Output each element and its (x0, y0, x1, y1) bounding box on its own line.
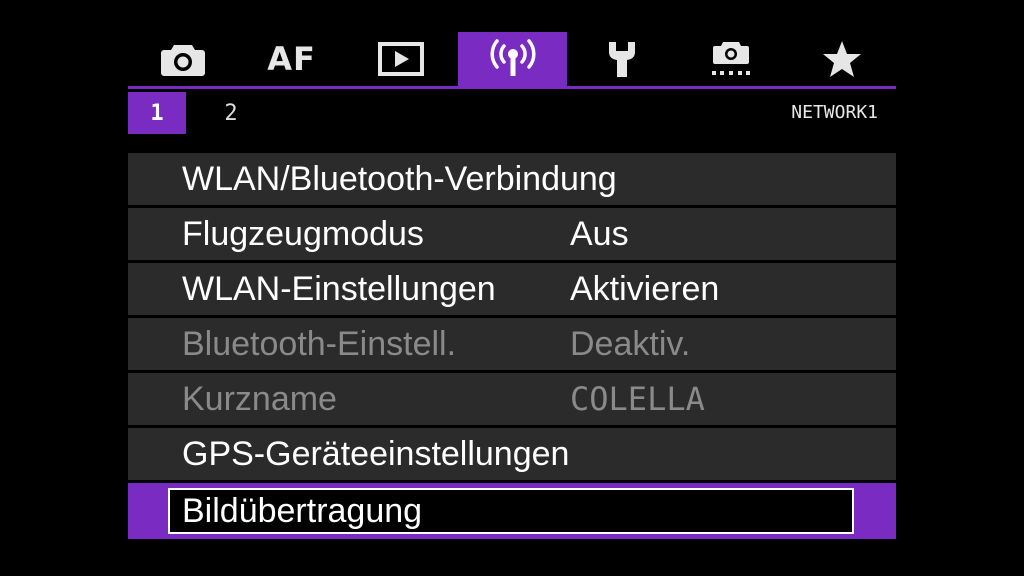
menu-item-nickname: Kurzname COLELLA (128, 373, 896, 425)
tab-underline (128, 86, 896, 89)
menu-item-label: WLAN-Einstellungen (182, 270, 496, 308)
main-tab-bar: AF (128, 30, 896, 86)
menu-item-gps-device-settings[interactable]: GPS-Geräteeinstellungen (128, 428, 896, 480)
star-icon (822, 41, 861, 77)
menu-item-value: COLELLA (570, 380, 705, 418)
sub-tab-bar: 1 2 NETWORK1 (128, 92, 896, 134)
menu-item-label: WLAN/Bluetooth-Verbindung (182, 160, 617, 198)
section-name: NETWORK1 (791, 102, 878, 123)
af-tab-label: AF (267, 40, 316, 78)
menu-item-wlan-settings[interactable]: WLAN-Einstellungen Aktivieren (128, 263, 896, 315)
subtab-1[interactable]: 1 (128, 92, 186, 134)
subtab-2[interactable]: 2 (202, 92, 260, 134)
wrench-icon (608, 42, 635, 77)
menu-item-bluetooth-settings: Bluetooth-Einstell. Deaktiv. (128, 318, 896, 370)
wireless-icon (489, 39, 536, 76)
tab-camera[interactable] (128, 32, 237, 86)
selection-highlight: Bildübertragung (168, 488, 854, 534)
menu-item-label: Flugzeugmodus (182, 215, 424, 253)
menu-item-value: Aus (570, 215, 629, 253)
custom-function-icon (711, 42, 750, 75)
tab-custom-functions[interactable] (676, 32, 785, 86)
tab-af[interactable]: AF (237, 32, 346, 86)
tab-my-menu[interactable] (787, 32, 896, 86)
menu-item-label: Bluetooth-Einstell. (182, 325, 457, 363)
menu-item-label: GPS-Geräteeinstellungen (182, 435, 570, 473)
menu-item-wlan-bluetooth-connection[interactable]: WLAN/Bluetooth-Verbindung (128, 153, 896, 205)
camera-icon (160, 45, 205, 76)
menu-item-label: Kurzname (182, 380, 337, 418)
tab-setup[interactable] (567, 32, 676, 86)
menu-item-value: Deaktiv. (570, 325, 691, 363)
play-icon (377, 42, 424, 76)
menu-item-image-transfer[interactable]: Bildübertragung (128, 483, 896, 539)
camera-menu-screen: AF 1 2 NETWORK1 WLAN/Bluetooth-Verbindun… (128, 30, 896, 540)
tab-playback[interactable] (346, 32, 455, 86)
menu-item-label: Bildübertragung (182, 492, 423, 530)
menu-item-airplane-mode[interactable]: Flugzeugmodus Aus (128, 208, 896, 260)
tab-network[interactable] (458, 32, 567, 86)
menu-item-value: Aktivieren (570, 270, 720, 308)
